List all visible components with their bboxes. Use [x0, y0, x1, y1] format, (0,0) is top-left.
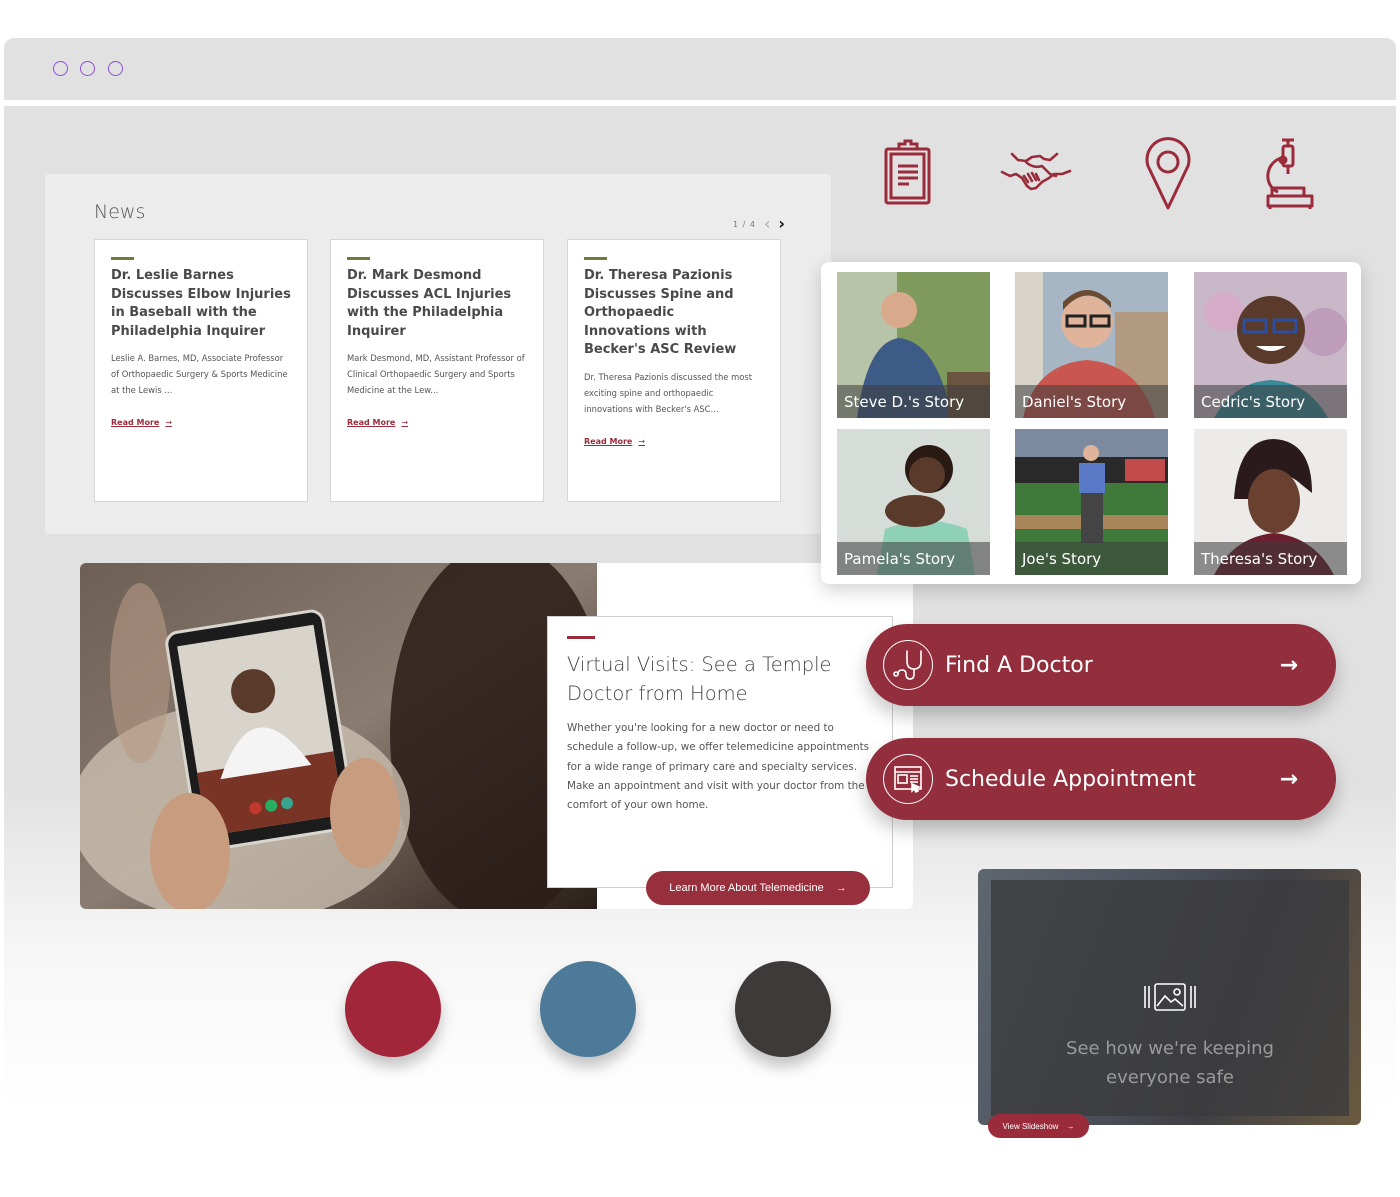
telemedicine-photo: [80, 563, 597, 909]
safety-message: See how we're keeping everyone safe: [1066, 1038, 1274, 1088]
news-card-excerpt: Dr. Theresa Pazionis discussed the most …: [584, 371, 753, 414]
story-label: Pamela's Story: [837, 542, 990, 575]
read-more-link[interactable]: Read More →: [584, 437, 645, 446]
handshake-icon[interactable]: [998, 136, 1074, 212]
news-card[interactable]: Dr. Theresa Pazionis Discusses Spine and…: [567, 239, 781, 502]
arrow-right-icon: →: [638, 436, 646, 446]
read-more-link[interactable]: Read More →: [347, 418, 408, 427]
story-tile[interactable]: Joe's Story: [1015, 429, 1168, 575]
arrow-right-icon: →: [1279, 652, 1298, 678]
microscope-icon[interactable]: [1254, 136, 1330, 212]
view-slideshow-button[interactable]: View Slideshow →: [988, 1114, 1089, 1138]
arrow-right-icon: →: [401, 418, 409, 427]
virtual-visits-description: Whether you're looking for a new doctor …: [567, 722, 870, 812]
location-pin-icon[interactable]: [1130, 136, 1206, 212]
news-pager: 1 / 4 ‹ ›: [733, 216, 785, 232]
virtual-visits-title: Virtual Visits: See a Temple Doctor from…: [567, 653, 832, 705]
patient-stories-section: Steve D.'s Story Daniel's Story Cedric's…: [821, 262, 1361, 584]
find-a-doctor-label: Find A Doctor: [945, 652, 1093, 678]
arrow-right-icon: →: [835, 882, 847, 894]
news-section: News 1 / 4 ‹ › Dr. Leslie Barnes Discuss…: [45, 174, 831, 534]
chevron-right-icon[interactable]: ›: [778, 216, 785, 232]
read-more-label: Read More: [347, 418, 396, 427]
gallery-icon: [1144, 983, 1196, 1011]
color-swatch-red: [345, 961, 441, 1057]
card-accent-rule: [111, 257, 134, 260]
pager-count: 1 / 4: [733, 219, 756, 229]
browser-title-bar: [4, 38, 1396, 100]
schedule-appointment-button[interactable]: Schedule Appointment →: [866, 738, 1336, 820]
read-more-label: Read More: [584, 436, 633, 446]
arrow-right-icon: →: [1279, 766, 1298, 792]
color-swatch-blue: [540, 961, 636, 1057]
arrow-right-icon: →: [165, 418, 173, 427]
window-control-minimize[interactable]: [80, 61, 95, 76]
find-a-doctor-button[interactable]: Find A Doctor →: [866, 624, 1336, 706]
card-accent-rule: [347, 257, 370, 260]
window-control-close[interactable]: [53, 61, 68, 76]
web-appointment-icon: [883, 754, 933, 804]
button-label: View Slideshow: [1002, 1121, 1059, 1131]
story-tile[interactable]: Steve D.'s Story: [837, 272, 990, 418]
news-card[interactable]: Dr. Leslie Barnes Discusses Elbow Injuri…: [94, 239, 308, 502]
read-more-link[interactable]: Read More →: [111, 418, 172, 427]
button-label: Learn More About Telemedicine: [669, 882, 824, 894]
story-tile[interactable]: Cedric's Story: [1194, 272, 1347, 418]
learn-more-telemedicine-button[interactable]: Learn More About Telemedicine →: [646, 871, 870, 905]
news-card-excerpt: Leslie A. Barnes, MD, Associate Professo…: [111, 353, 288, 395]
story-label: Steve D.'s Story: [837, 385, 990, 418]
read-more-label: Read More: [111, 418, 160, 427]
chevron-left-icon[interactable]: ‹: [764, 216, 770, 232]
window-control-maximize[interactable]: [108, 61, 123, 76]
news-heading: News: [94, 201, 146, 223]
arrow-right-icon: →: [1066, 1121, 1075, 1131]
schedule-appointment-label: Schedule Appointment: [945, 766, 1196, 792]
news-card-excerpt: Mark Desmond, MD, Assistant Professor of…: [347, 353, 525, 395]
news-card-title[interactable]: Dr. Theresa Pazionis Discusses Spine and…: [584, 267, 764, 360]
stethoscope-icon: [883, 640, 933, 690]
news-card-title[interactable]: Dr. Mark Desmond Discusses ACL Injuries …: [347, 267, 527, 341]
color-swatch-charcoal: [735, 961, 831, 1057]
card-accent-rule: [567, 636, 595, 639]
news-card[interactable]: Dr. Mark Desmond Discusses ACL Injuries …: [330, 239, 544, 502]
clipboard-icon[interactable]: [870, 136, 946, 212]
story-tile[interactable]: Daniel's Story: [1015, 272, 1168, 418]
story-label: Joe's Story: [1015, 542, 1168, 575]
story-tile[interactable]: Pamela's Story: [837, 429, 990, 575]
story-label: Cedric's Story: [1194, 385, 1347, 418]
story-tile[interactable]: Theresa's Story: [1194, 429, 1347, 575]
story-label: Daniel's Story: [1015, 385, 1168, 418]
news-card-title[interactable]: Dr. Leslie Barnes Discusses Elbow Injuri…: [111, 267, 291, 341]
virtual-visits-card: Virtual Visits: See a Temple Doctor from…: [547, 616, 893, 888]
card-accent-rule: [584, 257, 607, 260]
story-label: Theresa's Story: [1194, 542, 1347, 575]
